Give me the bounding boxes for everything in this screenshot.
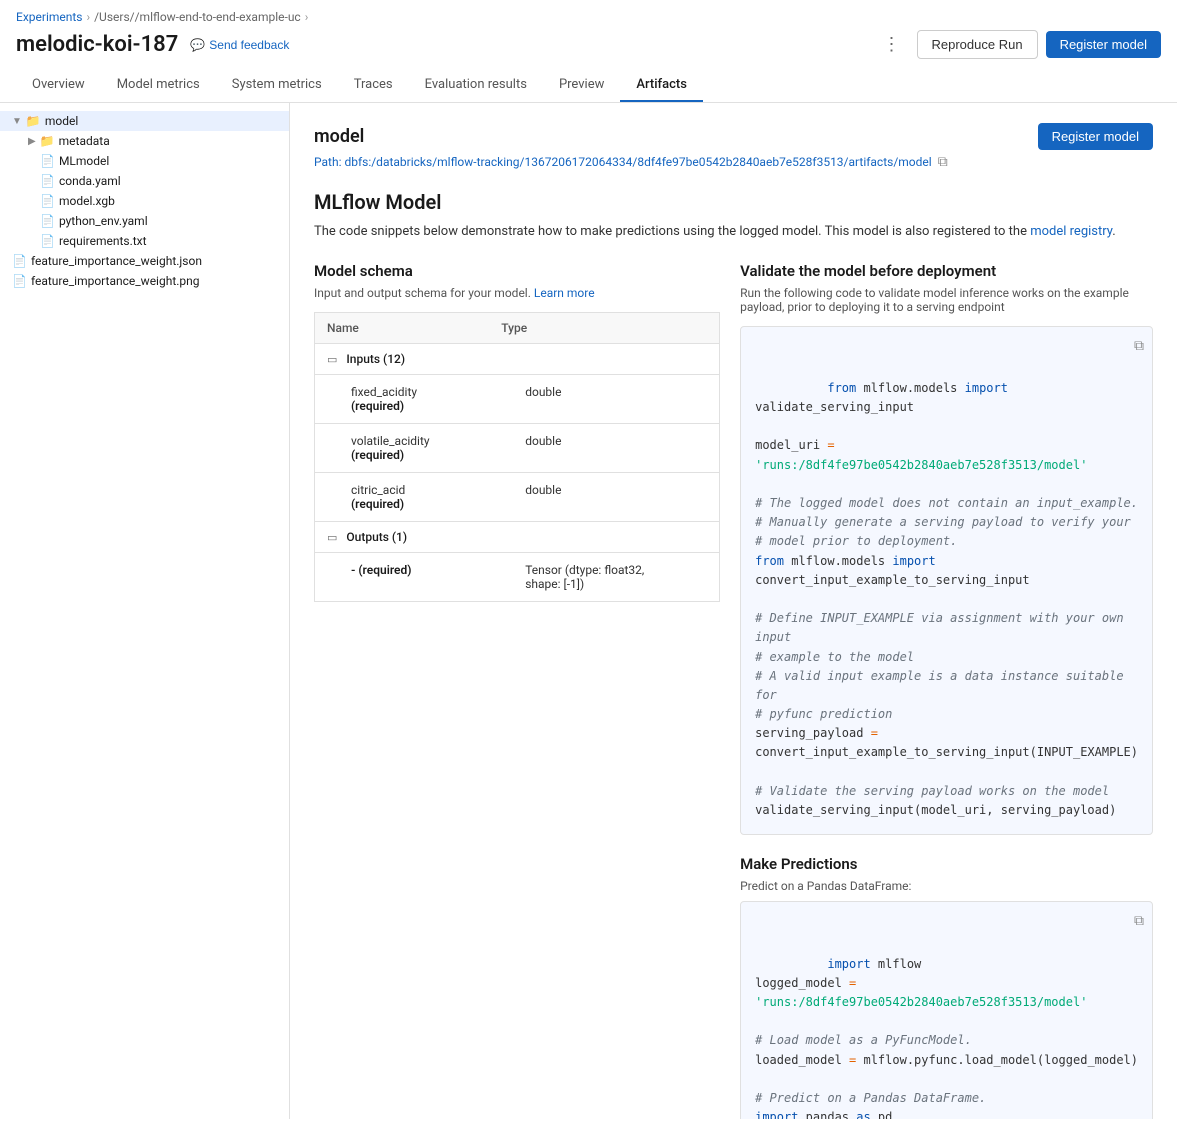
tree-item-model[interactable]: ▼ 📁 model xyxy=(0,111,289,131)
tree-item-mlmodel[interactable]: 📄 MLmodel xyxy=(0,151,289,171)
artifact-tree: ▼ 📁 model ▶ 📁 metadata 📄 MLmodel 📄 conda… xyxy=(0,103,290,1119)
main-content: ▼ 📁 model ▶ 📁 metadata 📄 MLmodel 📄 conda… xyxy=(0,103,1177,1119)
inputs-group-row: ▭ Inputs (12) xyxy=(315,343,720,374)
file-icon: 📄 xyxy=(40,214,55,228)
breadcrumb-experiments[interactable]: Experiments xyxy=(16,10,83,24)
file-icon: 📄 xyxy=(40,234,55,248)
tree-item-conda[interactable]: 📄 conda.yaml xyxy=(0,171,289,191)
tree-item-feature-png[interactable]: 📄 feature_importance_weight.png xyxy=(0,271,289,291)
make-predictions-title: Make Predictions xyxy=(740,855,1153,873)
breadcrumb-users: /Users/ xyxy=(94,10,135,24)
register-model-artifact-button[interactable]: Register model xyxy=(1038,123,1153,150)
pandas-code-block: ⧉ import mlflow logged_model = 'runs:/8d… xyxy=(740,901,1153,1119)
pandas-label: Predict on a Pandas DataFrame: xyxy=(740,879,1153,893)
validate-desc: Run the following code to validate model… xyxy=(740,286,1153,314)
model-registry-link[interactable]: model registry xyxy=(1030,224,1112,239)
copy-path-icon[interactable]: ⧉ xyxy=(938,154,948,170)
mlflow-model-desc: The code snippets below demonstrate how … xyxy=(314,222,1153,242)
tab-system-metrics[interactable]: System metrics xyxy=(216,69,338,102)
file-icon: 📄 xyxy=(12,274,27,288)
register-model-header-button[interactable]: Register model xyxy=(1046,31,1161,58)
file-icon: 📄 xyxy=(40,154,55,168)
tab-artifacts[interactable]: Artifacts xyxy=(620,69,703,102)
tree-item-requirements[interactable]: 📄 requirements.txt xyxy=(0,231,289,251)
folder-icon: 📁 xyxy=(26,114,41,128)
tab-evaluation-results[interactable]: Evaluation results xyxy=(409,69,543,102)
expand-icon: ▼ xyxy=(12,116,22,127)
inputs-expand-icon[interactable]: ▭ xyxy=(327,353,337,366)
copy-pandas-code-icon[interactable]: ⧉ xyxy=(1134,910,1144,932)
learn-more-link[interactable]: Learn more xyxy=(534,286,595,300)
schema-desc: Input and output schema for your model. … xyxy=(314,286,720,300)
tree-item-feature-json[interactable]: 📄 feature_importance_weight.json xyxy=(0,251,289,271)
reproduce-run-button[interactable]: Reproduce Run xyxy=(917,30,1038,59)
tab-preview[interactable]: Preview xyxy=(543,69,620,102)
two-column-section: Model schema Input and output schema for… xyxy=(314,262,1153,1120)
field-fixed-acidity: fixed_acidity (required) double xyxy=(315,374,720,423)
tree-item-model-xgb[interactable]: 📄 model.xgb xyxy=(0,191,289,211)
artifact-name: model xyxy=(314,126,364,147)
tab-model-metrics[interactable]: Model metrics xyxy=(101,69,216,102)
title-row: melodic-koi-187 💬 Send feedback ⋮ Reprod… xyxy=(16,30,1161,59)
col-header-name: Name xyxy=(315,312,490,343)
artifact-content: model Register model Path: dbfs:/databri… xyxy=(290,103,1177,1119)
validate-code-block: ⧉ from mlflow.models import validate_ser… xyxy=(740,326,1153,836)
file-icon: 📄 xyxy=(40,174,55,188)
schema-table: Name Type ▭ Inputs (12) xyxy=(314,312,720,602)
feedback-icon: 💬 xyxy=(190,38,205,52)
folder-icon: 📁 xyxy=(40,134,55,148)
tree-item-python-env[interactable]: 📄 python_env.yaml xyxy=(0,211,289,231)
tree-item-metadata[interactable]: ▶ 📁 metadata xyxy=(0,131,289,151)
tab-overview[interactable]: Overview xyxy=(16,69,101,102)
copy-validate-code-icon[interactable]: ⧉ xyxy=(1134,335,1144,357)
output-field: - (required) Tensor (dtype: float32,shap… xyxy=(315,552,720,601)
file-icon: 📄 xyxy=(40,194,55,208)
more-options-button[interactable]: ⋮ xyxy=(875,30,909,59)
outputs-group-row: ▭ Outputs (1) xyxy=(315,521,720,552)
field-volatile-acidity: volatile_acidity (required) double xyxy=(315,423,720,472)
field-citric-acid: citric_acid (required) double xyxy=(315,472,720,521)
col-header-type: Type xyxy=(489,312,719,343)
send-feedback-button[interactable]: 💬 Send feedback xyxy=(190,38,289,52)
breadcrumb-run-path: /mlflow-end-to-end-example-uc xyxy=(135,10,301,24)
page-title: melodic-koi-187 xyxy=(16,32,178,57)
validate-title: Validate the model before deployment xyxy=(740,262,1153,280)
breadcrumb: Experiments › /Users/ /mlflow-end-to-end… xyxy=(16,10,1161,24)
file-icon: 📄 xyxy=(12,254,27,268)
schema-section: Model schema Input and output schema for… xyxy=(314,262,720,1120)
mlflow-model-title: MLflow Model xyxy=(314,190,1153,214)
artifact-path: Path: dbfs:/databricks/mlflow-tracking/1… xyxy=(314,154,1153,170)
schema-title: Model schema xyxy=(314,262,720,280)
tab-traces[interactable]: Traces xyxy=(338,69,409,102)
expand-icon: ▶ xyxy=(28,136,36,147)
validate-section: Validate the model before deployment Run… xyxy=(740,262,1153,1120)
tab-bar: Overview Model metrics System metrics Tr… xyxy=(16,69,1161,102)
outputs-expand-icon[interactable]: ▭ xyxy=(327,531,337,544)
